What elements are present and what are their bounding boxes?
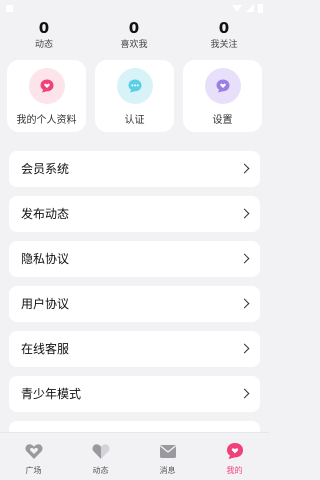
status-bar xyxy=(0,0,269,16)
tab-feed[interactable]: 动态 xyxy=(67,433,134,480)
quick-action-profile[interactable]: 我的个人资料 xyxy=(7,60,86,132)
heart-bubble-icon xyxy=(216,79,229,93)
profile-icon-wrap xyxy=(28,68,65,104)
stat-posts[interactable]: 0 动态 xyxy=(9,18,79,52)
quick-actions: 我的个人资料 认证 设置 xyxy=(0,60,269,134)
heart-bubble-icon xyxy=(40,79,53,93)
tab-me[interactable]: 我的 xyxy=(201,433,268,480)
menu-item-label: 用户协议 xyxy=(21,297,70,311)
stat-posts-label: 动态 xyxy=(34,40,53,50)
bottom-tab-bar: 广场 动态 消息 我的 xyxy=(0,432,269,480)
tab-label: 广场 xyxy=(25,466,42,475)
wifi-icon xyxy=(232,4,242,12)
stat-posts-count: 0 xyxy=(38,19,50,37)
tab-label: 我的 xyxy=(226,466,243,475)
menu-item-user-agreement[interactable]: 用户协议 xyxy=(9,286,260,322)
stat-following-label: 我关注 xyxy=(210,40,238,50)
stat-likes-me[interactable]: 0 喜欢我 xyxy=(99,18,169,52)
menu-item-support[interactable]: 在线客服 xyxy=(9,331,260,367)
menu-item-membership[interactable]: 会员系统 xyxy=(9,151,260,187)
menu-item-label: 发布动态 xyxy=(21,207,70,221)
menu-item-label: 青少年模式 xyxy=(21,387,82,401)
tab-messages[interactable]: 消息 xyxy=(134,433,201,480)
stat-following[interactable]: 0 我关注 xyxy=(189,18,259,52)
quick-action-settings[interactable]: 设置 xyxy=(183,60,262,132)
envelope-icon xyxy=(159,445,176,458)
chevron-right-icon xyxy=(239,343,250,354)
heart-bubble-icon xyxy=(226,443,243,459)
tab-label: 动态 xyxy=(92,466,109,475)
stat-following-count: 0 xyxy=(218,19,230,37)
chevron-right-icon xyxy=(239,298,250,309)
chevron-right-icon xyxy=(239,253,250,264)
heart-icon xyxy=(25,444,42,459)
menu-item-privacy[interactable]: 隐私协议 xyxy=(9,241,260,277)
signal-icon xyxy=(246,4,254,12)
profile-label: 我的个人资料 xyxy=(16,115,77,126)
tab-square[interactable]: 广场 xyxy=(0,433,67,480)
chevron-right-icon xyxy=(239,208,250,219)
tab-label: 消息 xyxy=(159,466,176,475)
menu-item-label: 会员系统 xyxy=(21,162,70,176)
battery-icon xyxy=(258,3,263,13)
quick-action-verify[interactable]: 认证 xyxy=(95,60,174,132)
chevron-right-icon xyxy=(239,388,250,399)
status-icon xyxy=(6,4,13,12)
verify-label: 认证 xyxy=(124,115,145,126)
verify-icon-wrap xyxy=(116,68,153,104)
stat-likes-me-count: 0 xyxy=(128,19,140,37)
half-heart-icon xyxy=(92,444,109,459)
chevron-right-icon xyxy=(239,163,250,174)
menu-item-label: 在线客服 xyxy=(21,342,70,356)
menu-item-post[interactable]: 发布动态 xyxy=(9,196,260,232)
stat-likes-me-label: 喜欢我 xyxy=(120,40,148,50)
menu-item-label: 隐私协议 xyxy=(21,252,70,266)
settings-label: 设置 xyxy=(212,115,233,126)
stats-bar: 0 动态 0 喜欢我 0 我关注 xyxy=(0,18,269,58)
chat-dots-icon xyxy=(128,79,141,93)
settings-icon-wrap xyxy=(204,68,241,104)
menu-item-teen-mode[interactable]: 青少年模式 xyxy=(9,376,260,412)
